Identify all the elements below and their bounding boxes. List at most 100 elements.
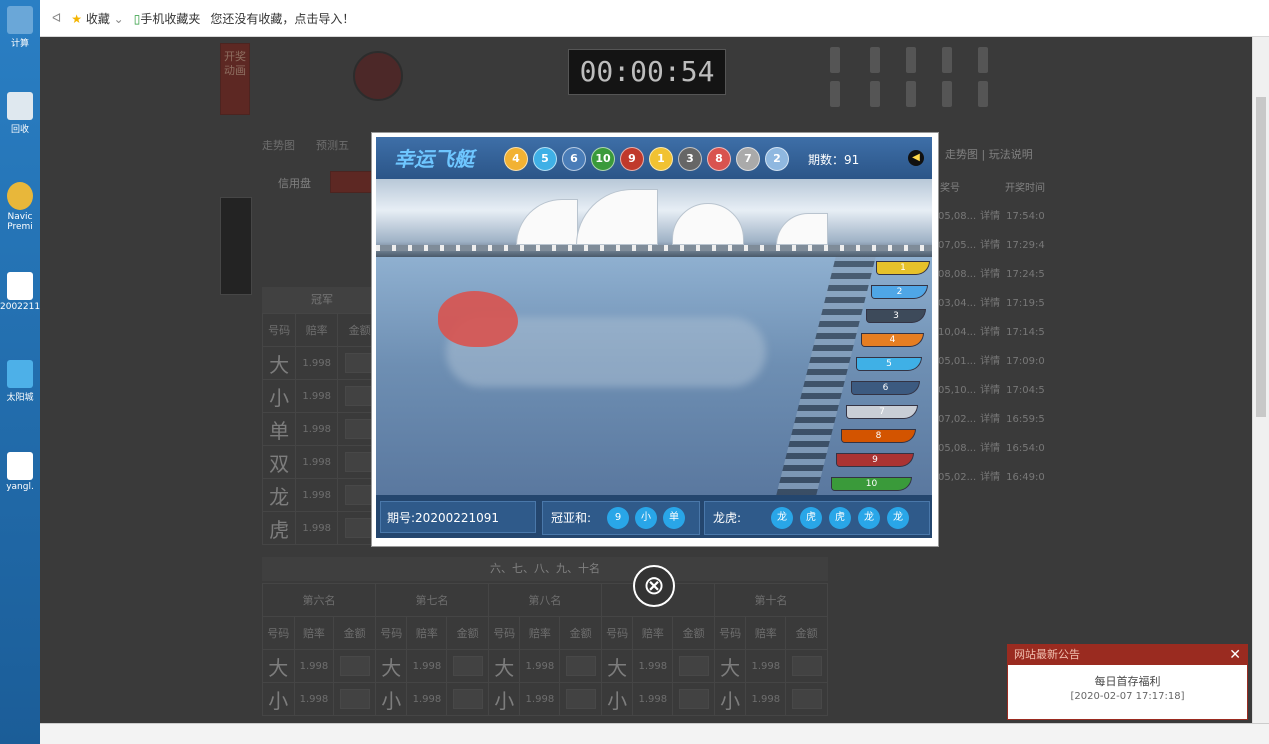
side-toolbar[interactable] [220,197,252,295]
amount-input[interactable] [678,689,709,709]
tab-trend[interactable]: 走势图 [262,137,295,153]
status-bar [40,723,1269,744]
desktop-icon-file[interactable]: 2002211 [0,272,40,312]
sum-ball: 小 [635,507,657,529]
amount-input[interactable] [791,656,822,676]
announcement-title[interactable]: 每日首存福利 [1008,673,1247,689]
close-modal-icon[interactable]: ⊗ [633,565,675,607]
detail-link[interactable]: 详情 [980,327,1000,338]
dragon-ball: 虎 [800,507,822,529]
dragon-ball: 龙 [858,507,880,529]
result-ball: 7 [736,147,760,171]
detail-link[interactable]: 详情 [980,240,1000,251]
table-row[interactable]: 双 1.998 [261,445,382,479]
favorites-bar: ᐊ ★ 收藏 ⌄ ▯手机收藏夹 您还没有收藏，点击导入！ [40,0,1269,37]
list-item[interactable]: 07,02... 详情 16:59:5 [938,410,1045,425]
import-favorites-link[interactable]: 您还没有收藏，点击导入！ [210,10,354,27]
dragon-tiger-box: 龙虎: 龙 虎 虎 龙 龙 [704,501,930,535]
boat-9: 9 [836,453,914,467]
slot-indicator [942,47,952,73]
detail-link[interactable]: 详情 [980,472,1000,483]
mobile-favorites-button[interactable]: ▯手机收藏夹 [134,10,201,27]
col-header: 赔率 [295,313,339,347]
open-animation-button[interactable]: 开奖动画 [220,43,250,115]
slot-indicator [906,81,916,107]
list-item[interactable]: 05,08... 详情 16:54:0 [938,439,1045,454]
list-item[interactable]: 05,02... 详情 16:49:0 [938,468,1045,483]
right-links[interactable]: 走势图 | 玩法说明 [945,146,1033,162]
slot-indicator [942,81,952,107]
table-row[interactable]: 小 1.998 [261,379,382,413]
result-ball: 2 [765,147,789,171]
click-highlight [438,291,518,347]
countdown-timer: 00:00:54 [568,49,726,95]
slot-indicator [978,81,988,107]
detail-link[interactable]: 详情 [980,443,1000,454]
list-item[interactable]: 05,10... 详情 17:04:5 [938,381,1045,396]
list-item[interactable]: 03,04... 详情 17:19:5 [938,294,1045,309]
slot-indicator [830,47,840,73]
detail-link[interactable]: 详情 [980,356,1000,367]
table-row[interactable]: 单 1.998 [261,412,382,446]
star-icon: ★ [71,11,82,26]
desktop-icon-app[interactable]: 太阳城 [0,360,40,403]
result-ball: 6 [562,147,586,171]
table-row[interactable]: 龙 1.998 [261,478,382,512]
boat-7: 7 [846,405,918,419]
right-header-time: 开奖时间 [1005,183,1045,194]
detail-link[interactable]: 详情 [980,269,1000,280]
table-row[interactable]: 大 1.998 大 1.998 大 1.998 大 1.998 大 1.998 [262,649,828,683]
desktop-icon-computer[interactable]: 计算 [0,6,40,49]
boat-3: 3 [866,309,926,323]
scrollbar-thumb[interactable] [1256,97,1266,417]
amount-input[interactable] [565,689,596,709]
list-item[interactable]: 05,08... 详情 17:54:0 [938,207,1045,222]
amount-input[interactable] [678,656,709,676]
detail-link[interactable]: 详情 [980,298,1000,309]
close-icon[interactable]: ✕ [1229,645,1241,665]
desktop-icon-file2[interactable]: yangl. [0,452,40,492]
boat-10: 10 [831,477,912,491]
list-item[interactable]: 10,04... 详情 17:14:5 [938,323,1045,338]
boat-2: 2 [871,285,928,299]
race-title: 幸运飞艇 [394,147,474,171]
table-row[interactable]: 虎 1.998 [261,511,382,545]
sum-ball: 单 [663,507,685,529]
favorites-button[interactable]: ★ 收藏 ⌄ [71,10,124,27]
detail-link[interactable]: 详情 [980,211,1000,222]
sum-label: 冠亚和: [551,511,592,525]
slot-indicator [870,81,880,107]
amount-input[interactable] [339,656,370,676]
col-header: 号码 [261,313,297,347]
issue-number: 期号:20200221091 [380,501,536,533]
desktop-sidebar: 计算 回收 Navic Premi 2002211 太阳城 yangl. [0,0,40,744]
lower-section-title: 六、七、八、九、十名 [262,557,828,581]
list-item[interactable]: 05,01... 详情 17:09:0 [938,352,1045,367]
lower-ranks-table: 第六名 第七名 第八名 第十名 号码 赔率 金额 号码 赔率 金额 号码 赔率 金额 号码赔… [262,583,829,716]
table-row[interactable]: 大 1.998 [261,346,382,380]
mode-toggle-button[interactable] [330,171,372,193]
speaker-icon[interactable]: ◀ [908,150,924,166]
table-row[interactable]: 小 1.998 小 1.998 小 1.998 小 1.998 小 1.998 [262,682,828,716]
detail-link[interactable]: 详情 [980,385,1000,396]
vertical-scrollbar[interactable] [1252,37,1269,723]
race-water: 1 2 3 4 5 6 7 8 9 10 [376,257,932,495]
detail-link[interactable]: 详情 [980,414,1000,425]
slot-indicator [870,47,880,73]
result-ball: 3 [678,147,702,171]
amount-input[interactable] [565,656,596,676]
list-item[interactable]: 08,08... 详情 17:24:5 [938,265,1045,280]
amount-input[interactable] [791,689,822,709]
announcement-popup: 网站最新公告 ✕ 每日首存福利 [2020-02-07 17:17:18] [1007,644,1248,720]
back-icon[interactable]: ᐊ [52,11,61,25]
dragon-ball: 龙 [887,507,909,529]
desktop-icon-recycle-bin[interactable]: 回收 [0,92,40,135]
amount-input[interactable] [452,689,483,709]
tab-predict[interactable]: 预测五 [316,137,349,153]
amount-input[interactable] [452,656,483,676]
desktop-icon-navicat[interactable]: Navic Premi [0,182,40,232]
amount-input[interactable] [339,689,370,709]
race-animation-modal: 幸运飞艇 4 5 6 10 9 1 3 8 7 2 期数：91 ◀ 1 2 3 4 5 6 7 8 9 10 期号:… [371,132,939,547]
game-page: 开奖动画 走势图 预测五 信用盘 冠军 号码 赔率 金额 大 1.998 小 1.998… [40,37,1253,723]
list-item[interactable]: 07,05... 详情 17:29:4 [938,236,1045,251]
